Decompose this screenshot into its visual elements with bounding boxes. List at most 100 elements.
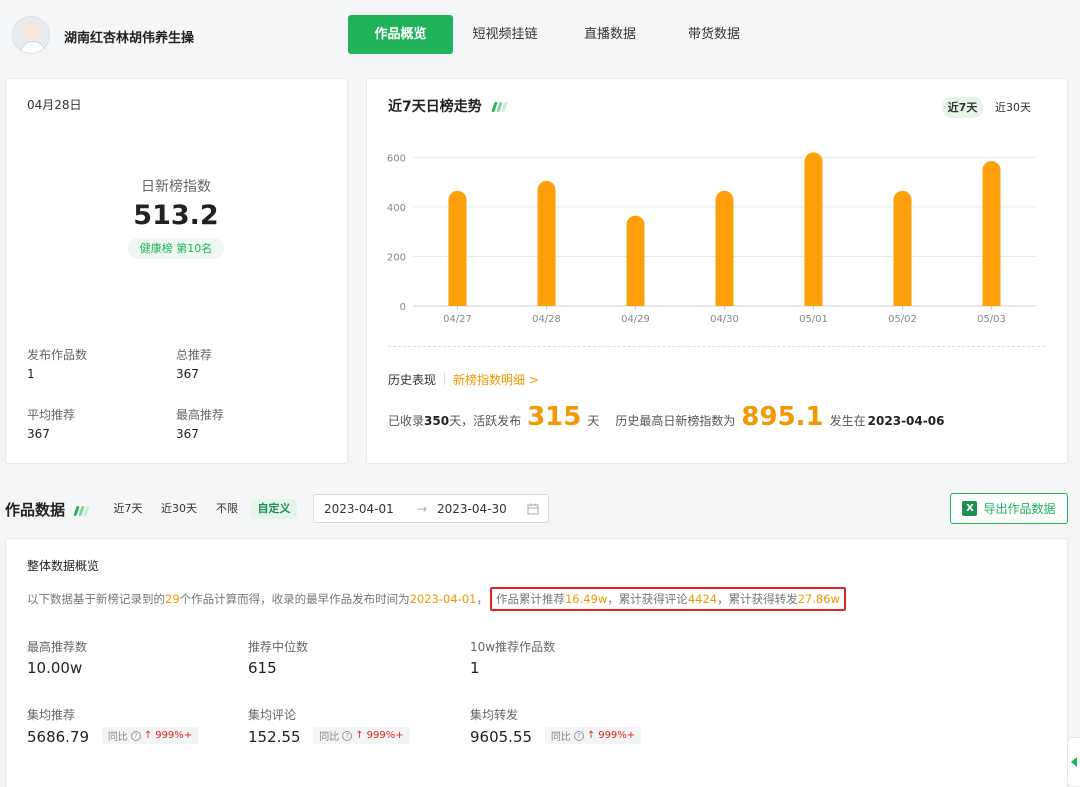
history-text-3: 天 (587, 414, 600, 428)
x-tick-label: 05/01 (799, 314, 828, 325)
history-text-2: 天，活跃发布 (449, 414, 522, 428)
up-arrow-icon: ↑ (586, 730, 596, 741)
filter-custom[interactable]: 自定义 (251, 499, 297, 519)
desc-text-1: 以下数据基于新榜记录到的 (27, 592, 165, 606)
cumulative-highlight-box: 作品累计推荐16.49w，累计获得评论4424，累计获得转发27.86w (489, 587, 846, 611)
daily-index-label: 日新榜指数 (141, 179, 211, 195)
yoy-label: 同比 (319, 732, 340, 743)
works-title: 作品数据 (5, 499, 90, 520)
desc-h1: 作品累计推荐 (495, 592, 565, 606)
x-tick-label: 04/28 (532, 314, 561, 325)
trend-bar-chart: 0 200 400 600 04/27 04/28 04/29 04/30 05/01 05/02… (387, 152, 1036, 325)
recorded-days: 350 (424, 414, 450, 428)
history-separator (444, 373, 445, 385)
metric-label-10w-works: 10w推荐作品数 (470, 640, 556, 654)
calendar-icon[interactable] (527, 503, 539, 515)
metric-value-max-rec: 10.00w (27, 659, 83, 677)
desc-h3: ，累计获得转发 (717, 592, 798, 606)
earliest-date: 2023-04-01 (409, 592, 477, 606)
yoy-value: 999%+ (598, 730, 636, 741)
bar-05-02[interactable] (893, 190, 912, 306)
chart-title: 近7天日榜走势 (388, 96, 508, 116)
stat-value-total-rec: 367 (176, 367, 199, 381)
up-arrow-icon: ↑ (355, 730, 364, 741)
active-days: 315 (527, 402, 582, 432)
title-deco-icon (491, 99, 508, 115)
range-30d-button[interactable]: 近30天 (992, 97, 1034, 118)
metric-label-max-rec: 最高推荐数 (27, 640, 88, 654)
y-tick-label: 600 (387, 153, 406, 164)
desc-h2: ，累计获得评论 (607, 592, 688, 606)
help-icon[interactable]: ? (130, 730, 141, 741)
x-tick-label: 05/02 (888, 314, 917, 325)
export-label: 导出作品数据 (983, 502, 1056, 516)
bar-05-03[interactable] (982, 161, 1001, 306)
works-count: 29 (165, 592, 180, 606)
metric-label-avg-shares: 集均转发 (470, 708, 519, 722)
bar-base (626, 296, 645, 306)
stat-value-max-rec: 367 (176, 427, 199, 441)
y-tick-label: 200 (387, 252, 406, 263)
metric-avg-shares: 9605.55 同比? ↑ 999%+ (470, 727, 642, 746)
chart-title-text: 近7天日榜走势 (388, 99, 482, 115)
chart-divider (388, 346, 1045, 347)
filter-7d[interactable]: 近7天 (108, 499, 148, 519)
bar-05-01[interactable] (804, 152, 823, 306)
history-summary: 已收录 350 天，活跃发布 315 天 历史最高日新榜指数为 895.1 发生… (388, 404, 944, 430)
y-tick-label: 400 (387, 203, 406, 214)
history-text-5: 发生在 (829, 414, 866, 428)
x-tick-label: 04/27 (443, 314, 472, 325)
rank-badge: 健康榜 第10名 (128, 238, 224, 259)
works-title-deco-icon (73, 501, 90, 519)
up-arrow-icon: ↑ (143, 730, 153, 741)
bar-base (715, 296, 734, 306)
stat-value-published: 1 (27, 367, 35, 381)
stat-value-avg-rec: 367 (27, 427, 50, 441)
yoy-badge: 同比? ↑ 999%+ (544, 727, 642, 744)
help-icon[interactable]: ? (573, 730, 584, 741)
metric-value-median-rec: 615 (248, 659, 277, 677)
filter-30d[interactable]: 近30天 (156, 499, 202, 519)
yoy-label: 同比 (107, 732, 128, 743)
metric-value-avg-comments: 152.55 (248, 728, 301, 746)
metric-label-avg-comments: 集均评论 (248, 708, 297, 722)
avatar (12, 16, 50, 54)
bar-04-27[interactable] (448, 190, 467, 306)
bar-base (537, 296, 556, 306)
bar-04-29[interactable] (626, 215, 645, 306)
metric-label-avg-rec: 集均推荐 (27, 708, 76, 722)
date-end[interactable]: 2023-04-30 (437, 502, 507, 516)
yoy-label: 同比 (550, 732, 571, 743)
metric-avg-rec: 5686.79 同比? ↑ 999%+ (27, 727, 199, 746)
excel-icon: X (962, 501, 978, 516)
metric-value-avg-rec: 5686.79 (27, 728, 90, 746)
tab-works-overview[interactable]: 作品概览 (348, 15, 453, 54)
daily-date: 04月28日 (27, 98, 82, 112)
desc-text-3: ， (476, 592, 488, 606)
x-tick-label: 04/30 (710, 314, 739, 325)
export-works-button[interactable]: X 导出作品数据 (950, 493, 1068, 524)
daily-index-value: 513.2 (133, 200, 219, 231)
side-panel-toggle[interactable] (1067, 737, 1080, 787)
filter-unlimited[interactable]: 不限 (210, 499, 244, 519)
tab-short-video-links[interactable]: 短视频挂链 (462, 15, 548, 54)
bar-base (804, 296, 823, 306)
overview-card (5, 538, 1068, 787)
x-tick-label: 05/03 (977, 314, 1006, 325)
stat-label-total-rec: 总推荐 (176, 348, 213, 362)
bar-04-30[interactable] (715, 190, 734, 306)
tab-sales-data[interactable]: 带货数据 (674, 15, 754, 54)
index-detail-link[interactable]: 新榜指数明细 > (453, 371, 539, 388)
yoy-badge: 同比? ↑ 999%+ (101, 727, 199, 744)
bar-04-28[interactable] (537, 180, 556, 306)
tab-live-data[interactable]: 直播数据 (570, 15, 650, 54)
stat-label-max-rec: 最高推荐 (176, 408, 225, 422)
date-start[interactable]: 2023-04-01 (324, 502, 394, 516)
metric-label-median-rec: 推荐中位数 (248, 640, 309, 654)
date-arrow-icon: → (417, 502, 428, 516)
date-range-picker[interactable]: 2023-04-01 → 2023-04-30 (313, 494, 549, 523)
help-icon[interactable]: ? (342, 730, 353, 741)
range-7d-button[interactable]: 近7天 (942, 97, 983, 118)
bar-base (893, 296, 912, 306)
works-title-text: 作品数据 (5, 501, 66, 519)
